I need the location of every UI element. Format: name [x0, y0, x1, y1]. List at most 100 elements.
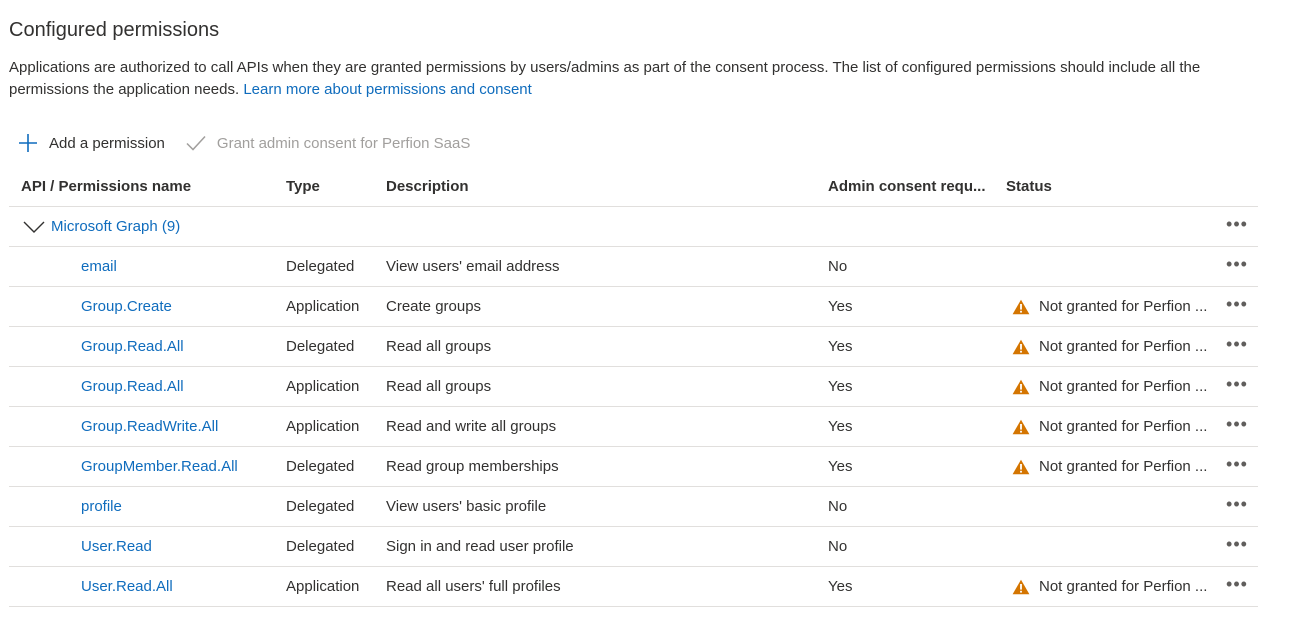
description-text: Applications are authorized to call APIs…: [9, 59, 1201, 98]
admin-consent-required: Yes: [828, 378, 853, 395]
more-icon: •••: [1226, 213, 1248, 234]
permission-name-link[interactable]: profile: [81, 487, 122, 526]
table-row: Group.Read.All Application Read all groups…: [9, 367, 1258, 407]
more-icon: •••: [1226, 533, 1248, 554]
more-icon: •••: [1226, 493, 1248, 514]
admin-consent-required: Yes: [828, 338, 853, 355]
permission-name-link[interactable]: Group.ReadWrite.All: [81, 407, 218, 446]
permission-description: Read all groups: [386, 378, 492, 395]
status-cell: Not granted for Perfion ...: [1012, 447, 1212, 486]
permission-name-link[interactable]: Group.Read.All: [81, 327, 184, 366]
group-name-link[interactable]: Microsoft Graph (9): [51, 218, 180, 235]
table-row: Group.ReadWrite.All Application Read and w…: [9, 407, 1258, 447]
chevron-down-icon: [23, 219, 45, 235]
header-type[interactable]: Type: [286, 167, 320, 206]
admin-consent-required: No: [828, 538, 848, 555]
permission-description: Create groups: [386, 298, 482, 315]
permission-description: Read group memberships: [386, 458, 559, 475]
permissions-table: API / Permissions name Type Description …: [9, 167, 1258, 607]
permission-name-link[interactable]: Group.Create: [81, 287, 172, 326]
table-row: profile Delegated View users' basic profil…: [9, 487, 1258, 527]
permission-type: Delegated: [286, 258, 355, 275]
toolbar: Add a permission Grant admin consent for…: [17, 130, 470, 156]
status-text: Not granted for Perfion ...: [1039, 458, 1208, 475]
more-icon: •••: [1226, 333, 1248, 354]
status-text: Not granted for Perfion ...: [1039, 378, 1208, 395]
permission-description: Read and write all groups: [386, 418, 557, 435]
more-options-button[interactable]: •••: [1222, 567, 1252, 606]
status-cell: Not granted for Perfion ...: [1012, 367, 1212, 406]
status-text: Not granted for Perfion ...: [1039, 298, 1208, 315]
admin-consent-required: No: [828, 258, 848, 275]
admin-consent-required: Yes: [828, 418, 853, 435]
warning-icon: [1012, 338, 1030, 356]
more-options-button[interactable]: •••: [1222, 247, 1252, 286]
add-permission-label: Add a permission: [49, 134, 165, 152]
header-api-permissions-name[interactable]: API / Permissions name: [21, 167, 191, 206]
permission-type: Delegated: [286, 538, 355, 555]
permission-name-link[interactable]: User.Read.All: [81, 567, 173, 606]
permission-description: Sign in and read user profile: [386, 538, 574, 555]
permission-name-link[interactable]: User.Read: [81, 527, 152, 566]
more-options-button[interactable]: •••: [1222, 287, 1252, 326]
permission-type: Application: [286, 418, 360, 435]
add-permission-button[interactable]: Add a permission: [17, 132, 165, 154]
status-cell: Not granted for Perfion ...: [1012, 567, 1212, 606]
header-description[interactable]: Description: [386, 167, 469, 206]
permission-name-link[interactable]: Group.Read.All: [81, 367, 184, 406]
admin-consent-required: Yes: [828, 578, 853, 595]
permission-name-link[interactable]: GroupMember.Read.All: [81, 447, 238, 486]
table-row: Group.Read.All Delegated Read all groups Ye…: [9, 327, 1258, 367]
status-cell: Not granted for Perfion ...: [1012, 327, 1212, 366]
table-row: User.Read Delegated Sign in and read user …: [9, 527, 1258, 567]
permission-description: Read all users' full profiles: [386, 578, 561, 595]
warning-icon: [1012, 298, 1030, 316]
permission-description: Read all groups: [386, 338, 492, 355]
admin-consent-required: No: [828, 498, 848, 515]
plus-icon: [17, 132, 39, 154]
header-status[interactable]: Status: [1006, 167, 1052, 206]
status-cell: Not granted for Perfion ...: [1012, 407, 1212, 446]
checkmark-icon: [185, 132, 207, 154]
permission-type: Application: [286, 298, 360, 315]
page-description: Applications are authorized to call APIs…: [9, 57, 1269, 101]
more-options-button[interactable]: •••: [1222, 327, 1252, 366]
more-options-button[interactable]: •••: [1222, 527, 1252, 566]
header-admin-consent-required[interactable]: Admin consent requ...: [828, 167, 998, 206]
warning-icon: [1012, 578, 1030, 596]
learn-more-link[interactable]: Learn more about permissions and consent: [243, 81, 532, 98]
more-options-button[interactable]: •••: [1222, 447, 1252, 486]
grant-admin-consent-button[interactable]: Grant admin consent for Perfion SaaS: [185, 132, 470, 154]
more-icon: •••: [1226, 413, 1248, 434]
warning-icon: [1012, 418, 1030, 436]
more-icon: •••: [1226, 573, 1248, 594]
permission-type: Delegated: [286, 498, 355, 515]
more-options-button[interactable]: •••: [1222, 367, 1252, 406]
admin-consent-required: Yes: [828, 458, 853, 475]
table-row: User.Read.All Application Read all users' …: [9, 567, 1258, 607]
permission-description: View users' email address: [386, 258, 560, 275]
group-toggle[interactable]: Microsoft Graph (9): [23, 207, 180, 246]
table-row: email Delegated View users' email address N…: [9, 247, 1258, 287]
permission-description: View users' basic profile: [386, 498, 547, 515]
more-icon: •••: [1226, 293, 1248, 314]
group-row-microsoft-graph: Microsoft Graph (9) •••: [9, 207, 1258, 247]
more-options-button[interactable]: •••: [1222, 207, 1252, 246]
page-title: Configured permissions: [9, 19, 220, 41]
more-options-button[interactable]: •••: [1222, 407, 1252, 446]
more-icon: •••: [1226, 253, 1248, 274]
table-header-row: API / Permissions name Type Description …: [9, 167, 1258, 207]
status-text: Not granted for Perfion ...: [1039, 418, 1208, 435]
table-row: Group.Create Application Create groups Yes N…: [9, 287, 1258, 327]
permission-type: Application: [286, 578, 360, 595]
status-cell: Not granted for Perfion ...: [1012, 287, 1212, 326]
more-icon: •••: [1226, 453, 1248, 474]
more-icon: •••: [1226, 373, 1248, 394]
status-text: Not granted for Perfion ...: [1039, 578, 1208, 595]
permission-name-link[interactable]: email: [81, 247, 117, 286]
permission-type: Delegated: [286, 338, 355, 355]
status-text: Not granted for Perfion ...: [1039, 338, 1208, 355]
grant-admin-consent-label: Grant admin consent for Perfion SaaS: [216, 134, 471, 152]
more-options-button[interactable]: •••: [1222, 487, 1252, 526]
permission-type: Delegated: [286, 458, 355, 475]
